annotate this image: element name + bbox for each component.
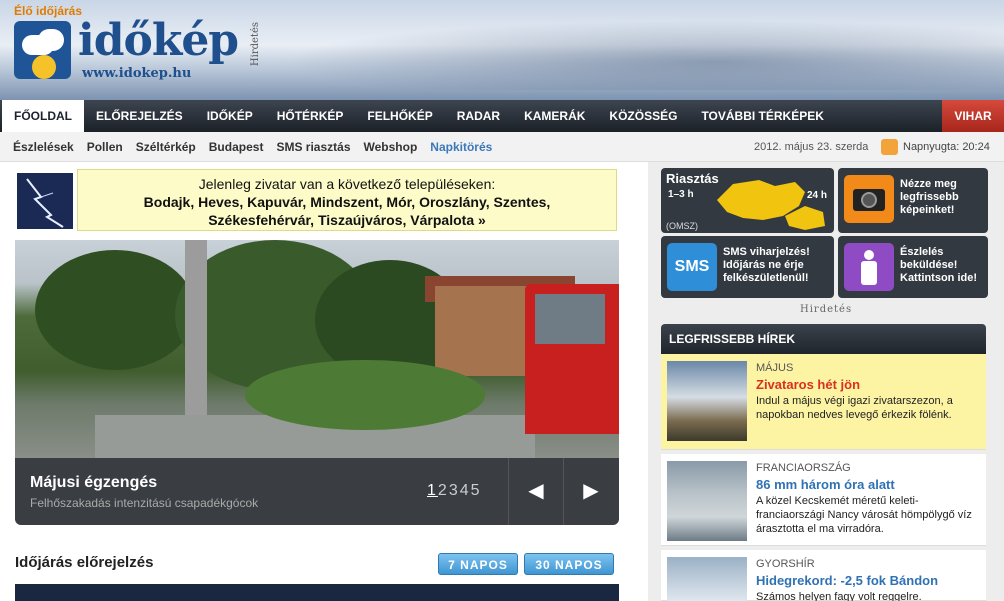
nav-item-fooldal[interactable]: FŐOLDAL	[2, 100, 84, 132]
camera-tile-text: Nézze meg legfrissebb képeinket!	[900, 178, 959, 216]
news-thumbnail[interactable]	[667, 557, 747, 601]
nav-item-radar[interactable]: RADAR	[445, 100, 512, 132]
slide-page-3[interactable]: 3	[449, 482, 460, 499]
nav-item-vihar[interactable]: VIHAR	[942, 100, 1004, 132]
sms-icon: SMS	[667, 243, 717, 291]
slide-page-5[interactable]: 5	[471, 482, 482, 499]
news-title[interactable]: Zivataros hét jön	[756, 377, 860, 392]
sms-alert-tile[interactable]: SMS SMS viharjelzés! Időjárás ne érje fe…	[661, 236, 834, 298]
news-item[interactable]: MÁJUS Zivataros hét jön Indul a május vé…	[661, 354, 986, 450]
subnav-budapest[interactable]: Budapest	[209, 132, 264, 162]
alert-map-horizon-short: 1–3 h	[668, 189, 694, 200]
camera-icon	[844, 175, 894, 223]
subnav-webshop[interactable]: Webshop	[364, 132, 418, 162]
subnav-szelterkep[interactable]: Széltérkép	[136, 132, 196, 162]
sms-alert-text: SMS viharjelzés! Időjárás ne érje felkés…	[723, 246, 810, 284]
nav-item-kozosseg[interactable]: KÖZÖSSÉG	[597, 100, 689, 132]
subnav-eszlelesek[interactable]: Észlelések	[13, 132, 74, 162]
news-category: GYORSHÍR	[756, 558, 815, 570]
observation-submit-text: Észlelés beküldése! Kattintson ide!	[900, 246, 977, 284]
live-weather-label[interactable]: Élő időjárás	[14, 4, 82, 18]
slide-pagination: 12345	[427, 482, 482, 500]
person-icon	[844, 243, 894, 291]
slide-next-icon[interactable]: ▶	[563, 458, 618, 525]
news-item[interactable]: GYORSHÍR Hidegrekord: -2,5 fok Bándon Sz…	[661, 550, 986, 601]
site-header: Élő időjárás időkép www.idokep.hu Hirdet…	[0, 0, 1004, 100]
news-category: FRANCIAORSZÁG	[756, 462, 851, 474]
nav-item-hoterkep[interactable]: HŐTÉRKÉP	[265, 100, 356, 132]
lightning-icon[interactable]	[17, 173, 73, 229]
slide-page-4[interactable]: 4	[460, 482, 471, 499]
slider-caption: Májusi égzengés Felhőszakadás intenzitás…	[15, 458, 619, 525]
subnav-sms-riasztas[interactable]: SMS riasztás	[276, 132, 350, 162]
observation-submit-tile[interactable]: Észlelés beküldése! Kattintson ide!	[838, 236, 988, 298]
slide-prev-icon[interactable]: ◀	[508, 458, 563, 525]
news-title[interactable]: 86 mm három óra alatt	[756, 477, 895, 492]
slide-subtitle: Felhőszakadás intenzitású csapadékgócok	[30, 496, 259, 510]
news-thumbnail[interactable]	[667, 361, 747, 441]
sunset-time: Napnyugta: 20:24	[903, 141, 990, 153]
news-category: MÁJUS	[756, 362, 794, 374]
storm-alert-towns[interactable]: Bodajk, Heves, Kapuvár, Mindszent, Mór, …	[78, 193, 616, 229]
forecast-7-day-button[interactable]: 7 NAPOS	[438, 553, 518, 575]
news-thumbnail[interactable]	[667, 461, 747, 541]
storm-alert-box[interactable]: Jelenleg zivatar van a következő települ…	[77, 169, 617, 231]
storm-alert-intro: Jelenleg zivatar van a következő települ…	[198, 176, 496, 192]
header-ad-label: Hirdetés	[250, 22, 261, 67]
nav-item-tovabbi-terkepek[interactable]: TOVÁBBI TÉRKÉPEK	[689, 100, 835, 132]
main-nav: FŐOLDAL ELŐREJELZÉS IDŐKÉP HŐTÉRKÉP FELH…	[0, 100, 1004, 132]
news-lead: A közel Kecskemét méretű keleti-franciao…	[756, 495, 972, 535]
hungary-alert-map-icon	[717, 180, 825, 230]
news-lead: Indul a május végi igazi zivatarszezon, …	[756, 395, 953, 421]
nav-item-elorejelzes[interactable]: ELŐREJELZÉS	[84, 100, 195, 132]
featured-photo[interactable]	[15, 240, 619, 458]
nav-item-kamerak[interactable]: KAMERÁK	[512, 100, 597, 132]
current-date: 2012. május 23. szerda	[754, 141, 869, 153]
cloud-sun-logo-icon[interactable]	[14, 21, 71, 79]
alert-map-title: Riasztás	[666, 171, 719, 186]
subnav-napkitores[interactable]: Napkitörés	[430, 132, 492, 162]
site-logo-text[interactable]: időkép	[78, 18, 239, 64]
camera-tile[interactable]: Nézze meg legfrissebb képeinket!	[838, 168, 988, 233]
site-logo-url: www.idokep.hu	[82, 66, 192, 81]
sidebar-ad-label: Hirdetés	[800, 304, 853, 315]
nav-item-felhokep[interactable]: FELHŐKÉP	[355, 100, 444, 132]
nav-item-idokep[interactable]: IDŐKÉP	[195, 100, 265, 132]
header-cloud-banner	[280, 20, 1004, 90]
subnav-pollen[interactable]: Pollen	[87, 132, 123, 162]
forecast-30-day-button[interactable]: 30 NAPOS	[524, 553, 614, 575]
forecast-banner-image	[15, 584, 619, 601]
forecast-heading: Időjárás előrejelzés	[15, 554, 154, 571]
featured-slider: Májusi égzengés Felhőszakadás intenzitás…	[15, 240, 619, 525]
slide-page-1[interactable]: 1	[427, 482, 438, 499]
sub-nav: Észlelések Pollen Széltérkép Budapest SM…	[0, 132, 1004, 162]
slide-title[interactable]: Májusi égzengés	[30, 474, 157, 492]
alert-map-tile[interactable]: Riasztás 1–3 h 24 h (OMSZ)	[661, 168, 834, 233]
latest-news-heading: LEGFRISSEBB HÍREK	[661, 324, 986, 354]
sunset-icon	[881, 139, 898, 155]
news-item[interactable]: FRANCIAORSZÁG 86 mm három óra alatt A kö…	[661, 454, 986, 546]
news-lead: Számos helyen fagy volt reggelre.	[756, 591, 922, 601]
alert-map-source: (OMSZ)	[666, 221, 698, 231]
slide-page-2[interactable]: 2	[438, 482, 449, 499]
news-title[interactable]: Hidegrekord: -2,5 fok Bándon	[756, 573, 938, 588]
